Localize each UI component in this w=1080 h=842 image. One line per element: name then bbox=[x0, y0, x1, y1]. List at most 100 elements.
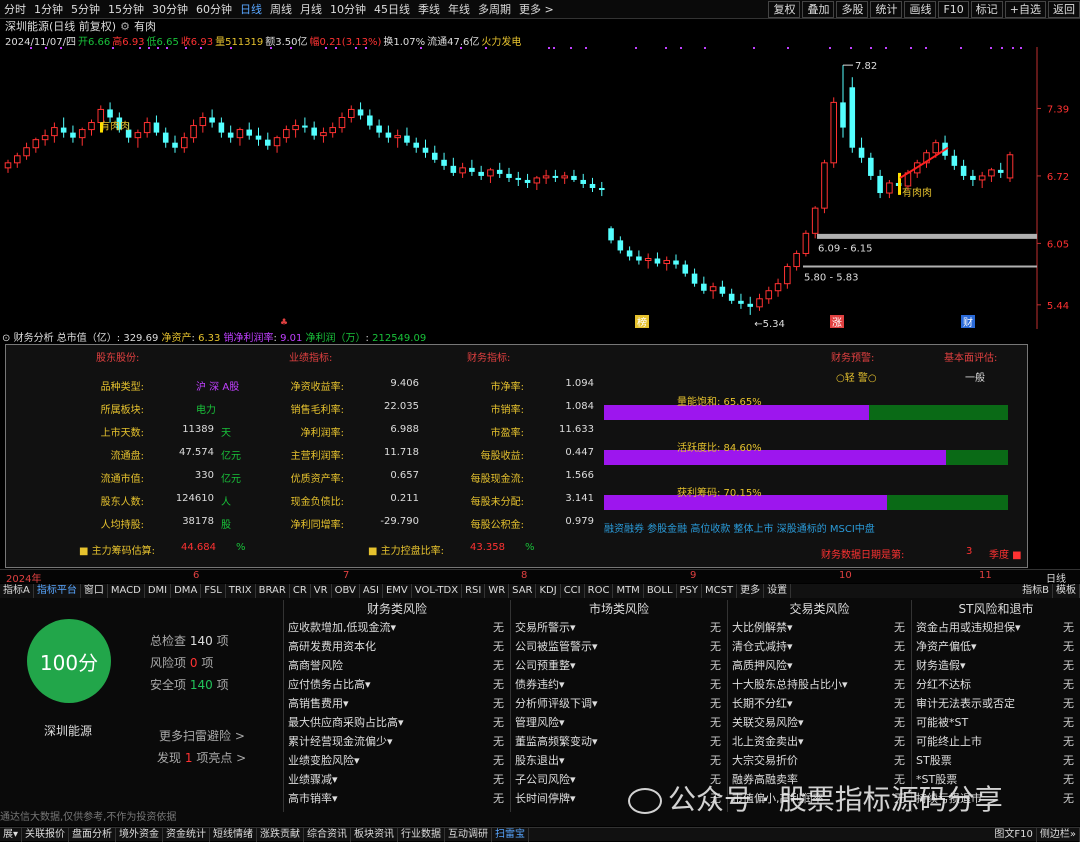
toolbar-button[interactable]: F10 bbox=[938, 0, 969, 18]
bottom-tab[interactable]: 板块资讯 bbox=[351, 827, 399, 842]
indicator-tab[interactable]: EMV bbox=[383, 584, 412, 598]
risk-item[interactable]: 业绩变脸风险▾ 无 bbox=[284, 751, 510, 770]
indicator-a-tab[interactable]: 指标A bbox=[0, 584, 34, 598]
indicator-tab[interactable]: DMA bbox=[171, 584, 202, 598]
period-tab[interactable]: 60分钟 bbox=[192, 0, 236, 19]
period-tab[interactable]: 10分钟 bbox=[326, 0, 370, 19]
indicator-tab[interactable]: DMI bbox=[145, 584, 172, 598]
indicator-tab[interactable]: CCI bbox=[561, 584, 585, 598]
toolbar-button[interactable]: 画线 bbox=[904, 0, 937, 18]
risk-item[interactable]: 大比例解禁▾ 无 bbox=[728, 618, 911, 637]
risk-item[interactable]: 公司预重整▾ 无 bbox=[511, 656, 727, 675]
bottom-tab[interactable]: 关联报价 bbox=[22, 827, 70, 842]
bottom-tab[interactable]: 互动调研 bbox=[445, 827, 493, 842]
risk-item[interactable]: 净资产偏低▾ 无 bbox=[912, 637, 1080, 656]
risk-item[interactable]: 股东退出▾ 无 bbox=[511, 751, 727, 770]
period-tab[interactable]: 5分钟 bbox=[67, 0, 104, 19]
period-tab[interactable]: 年线 bbox=[444, 0, 474, 19]
indicator-tab[interactable]: ROC bbox=[585, 584, 614, 598]
risk-item[interactable]: 可能终止上市 无 bbox=[912, 732, 1080, 751]
indicator-tab[interactable]: MCST bbox=[702, 584, 738, 598]
risk-item[interactable]: 债券违约▾ 无 bbox=[511, 675, 727, 694]
risk-item[interactable]: ST股票 无 bbox=[912, 751, 1080, 770]
risk-item[interactable]: 清仓式减持▾ 无 bbox=[728, 637, 911, 656]
indicator-tab[interactable]: 指标平台 bbox=[34, 584, 81, 598]
risk-item[interactable]: 北上资金卖出▾ 无 bbox=[728, 732, 911, 751]
risk-item[interactable]: 管理风险▾ 无 bbox=[511, 713, 727, 732]
risk-item[interactable]: 高质押风险▾ 无 bbox=[728, 656, 911, 675]
indicator-tab[interactable]: WR bbox=[485, 584, 510, 598]
risk-item[interactable]: 分析师评级下调▾ 无 bbox=[511, 694, 727, 713]
indicator-tab[interactable]: RSI bbox=[462, 584, 486, 598]
bottom-tab[interactable]: 盘面分析 bbox=[69, 827, 117, 842]
risk-item[interactable]: 高销售费用▾ 无 bbox=[284, 694, 510, 713]
period-tab[interactable]: 15分钟 bbox=[104, 0, 148, 19]
bottom-tab[interactable]: 行业数据 bbox=[398, 827, 446, 842]
risk-item[interactable]: 高研发费用资本化 无 bbox=[284, 637, 510, 656]
period-tab[interactable]: 季线 bbox=[414, 0, 444, 19]
bottom-tab[interactable]: 资金统计 bbox=[163, 827, 211, 842]
risk-item[interactable]: 资金占用或违规担保▾ 无 bbox=[912, 618, 1080, 637]
period-tab[interactable]: 45日线 bbox=[370, 0, 414, 19]
risk-item[interactable]: 高市销率▾ 无 bbox=[284, 789, 510, 808]
indicator-right-tab[interactable]: 模板 bbox=[1053, 584, 1080, 598]
risk-item[interactable]: 应收款增加,低现金流▾ 无 bbox=[284, 618, 510, 637]
finance-toggle-icon[interactable]: ⊙ bbox=[2, 333, 10, 344]
indicator-tab[interactable]: FSL bbox=[201, 584, 226, 598]
toolbar-button[interactable]: 复权 bbox=[768, 0, 801, 18]
indicator-settings-icon[interactable]: ⚙ bbox=[120, 20, 130, 33]
toolbar-button[interactable]: 多股 bbox=[836, 0, 869, 18]
indicator-tab[interactable]: ASI bbox=[360, 584, 383, 598]
toolbar-button[interactable]: 标记 bbox=[970, 0, 1003, 18]
risk-item[interactable]: 可能被*ST 无 bbox=[912, 713, 1080, 732]
bottom-tab[interactable]: 境外资金 bbox=[116, 827, 164, 842]
period-tab[interactable]: 月线 bbox=[296, 0, 326, 19]
bottom-tab[interactable]: 扫雷宝 bbox=[492, 827, 530, 842]
indicator-tab[interactable]: 窗口 bbox=[81, 584, 108, 598]
risk-item[interactable]: 交易所警示▾ 无 bbox=[511, 618, 727, 637]
candlestick-chart[interactable]: 7.39 6.72 6.05 5.44 6.09 - 6.15 5.80 - 5.83 7.… bbox=[0, 47, 1080, 329]
bottom-tab[interactable]: 展▾ bbox=[0, 827, 23, 842]
toolbar-button[interactable]: 叠加 bbox=[802, 0, 835, 18]
toolbar-button[interactable]: 统计 bbox=[870, 0, 903, 18]
risk-item[interactable]: 长期不分红▾ 无 bbox=[728, 694, 911, 713]
toolbar-button[interactable]: 返回 bbox=[1048, 0, 1080, 18]
bottom-right-tab[interactable]: 侧边栏» bbox=[1037, 827, 1080, 842]
risk-item[interactable]: 最大供应商采购占比高▾ 无 bbox=[284, 713, 510, 732]
risk-item[interactable]: 业绩骤减▾ 无 bbox=[284, 770, 510, 789]
period-tab[interactable]: 1分钟 bbox=[30, 0, 67, 19]
highlight-link[interactable]: 发现 1 项亮点 > bbox=[157, 749, 246, 766]
indicator-tab[interactable]: MACD bbox=[108, 584, 145, 598]
indicator-tab[interactable]: VR bbox=[311, 584, 332, 598]
period-tab[interactable]: 周线 bbox=[266, 0, 296, 19]
indicator-tab[interactable]: SAR bbox=[509, 584, 537, 598]
indicator-tab[interactable]: 设置 bbox=[764, 584, 792, 598]
bottom-tab[interactable]: 涨跌贡献 bbox=[257, 827, 305, 842]
indicator-tab[interactable]: OBV bbox=[332, 584, 360, 598]
risk-item[interactable]: 分红不达标 无 bbox=[912, 675, 1080, 694]
indicator-tab[interactable]: VOL-TDX bbox=[412, 584, 463, 598]
indicator-tab[interactable]: BOLL bbox=[644, 584, 677, 598]
risk-item[interactable]: 关联交易风险▾ 无 bbox=[728, 713, 911, 732]
risk-item[interactable]: 公司被监管警示▾ 无 bbox=[511, 637, 727, 656]
bottom-right-tab[interactable]: 图文F10 bbox=[991, 827, 1037, 842]
indicator-tab[interactable]: 更多 bbox=[737, 584, 765, 598]
indicator-tab[interactable]: TRIX bbox=[226, 584, 256, 598]
risk-item[interactable]: 十大股东总持股占比小▾ 无 bbox=[728, 675, 911, 694]
period-tab[interactable]: 30分钟 bbox=[148, 0, 192, 19]
risk-item[interactable]: 大宗交易折价 无 bbox=[728, 751, 911, 770]
risk-item[interactable]: 累计经营现金流偏少▾ 无 bbox=[284, 732, 510, 751]
risk-item[interactable]: 应付债务占比高▾ 无 bbox=[284, 675, 510, 694]
indicator-right-tab[interactable]: 指标B bbox=[1019, 584, 1053, 598]
risk-item[interactable]: 高商誉风险 无 bbox=[284, 656, 510, 675]
indicator-tab[interactable]: BRAR bbox=[256, 584, 290, 598]
risk-item[interactable]: 审计无法表示或否定 无 bbox=[912, 694, 1080, 713]
indicator-tab[interactable]: MTM bbox=[613, 584, 644, 598]
period-tab[interactable]: 多周期 bbox=[474, 0, 515, 19]
bottom-tab[interactable]: 短线情绪 bbox=[210, 827, 258, 842]
indicator-tab[interactable]: CR bbox=[290, 584, 311, 598]
risk-item[interactable]: 董监高频繁变动▾ 无 bbox=[511, 732, 727, 751]
bottom-tab[interactable]: 综合资讯 bbox=[304, 827, 352, 842]
indicator-tab[interactable]: KDJ bbox=[536, 584, 561, 598]
more-scan-link[interactable]: 更多扫雷避险 > bbox=[159, 727, 245, 744]
